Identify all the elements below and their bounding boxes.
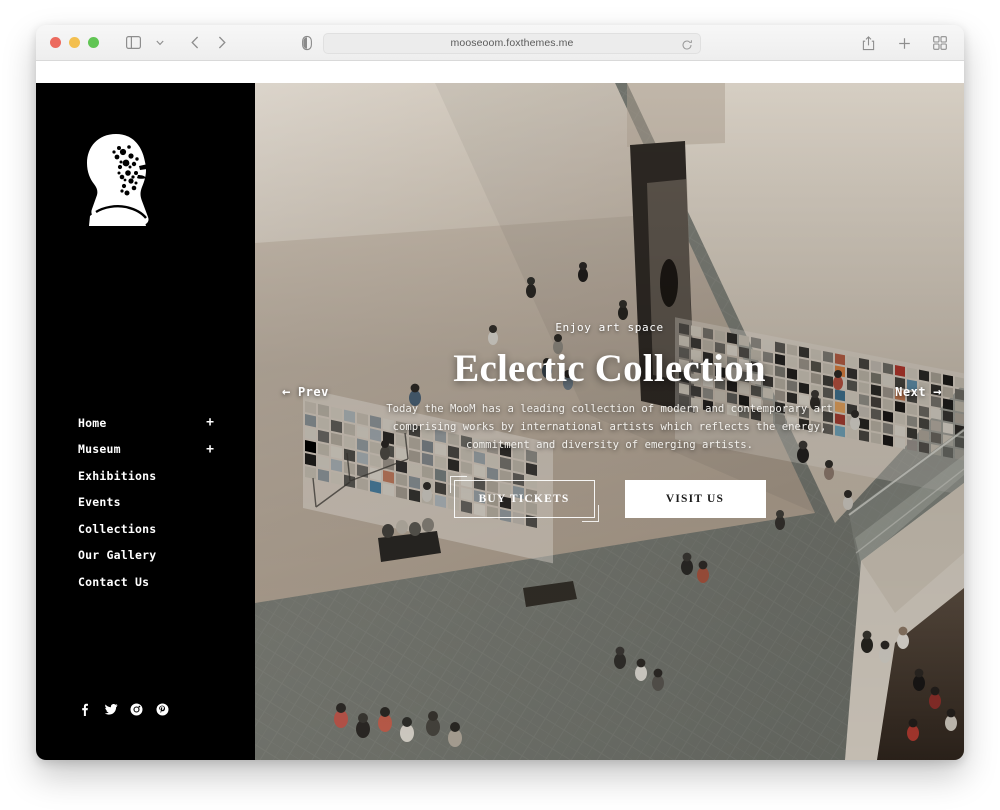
url-text: mooseoom.foxthemes.me bbox=[450, 37, 574, 49]
forward-button[interactable] bbox=[210, 32, 234, 54]
sidebar-item-events[interactable]: Events bbox=[78, 495, 214, 509]
close-window-button[interactable] bbox=[50, 37, 61, 48]
browser-toolbar: mooseoom.foxthemes.me bbox=[36, 25, 964, 61]
minimize-window-button[interactable] bbox=[69, 37, 80, 48]
sidebar-item-museum[interactable]: Museum + bbox=[78, 442, 214, 456]
nav-label: Exhibitions bbox=[78, 468, 157, 483]
hero-content: Enjoy art space Eclectic Collection Toda… bbox=[255, 321, 964, 523]
back-button[interactable] bbox=[183, 32, 207, 54]
sidebar-item-home[interactable]: Home + bbox=[78, 416, 214, 430]
buy-tickets-button[interactable]: BUY TICKETS bbox=[449, 476, 599, 523]
page-top-band bbox=[36, 61, 964, 83]
nav-label: Our Gallery bbox=[78, 548, 157, 562]
nav-label: Contact Us bbox=[78, 574, 150, 589]
social-links bbox=[36, 703, 255, 760]
sidebar-item-collections[interactable]: Collections bbox=[78, 522, 214, 536]
toolbar-left-controls bbox=[121, 32, 234, 54]
nav-label: Events bbox=[78, 495, 121, 509]
reload-icon[interactable] bbox=[681, 38, 693, 50]
sidebar-item-our-gallery[interactable]: Our Gallery bbox=[78, 548, 214, 562]
expand-icon[interactable]: + bbox=[206, 416, 214, 429]
hero-eyebrow: Enjoy art space bbox=[555, 321, 664, 334]
sidebar-item-exhibitions[interactable]: Exhibitions bbox=[78, 469, 214, 483]
shield-icon[interactable] bbox=[299, 35, 315, 51]
zoom-window-button[interactable] bbox=[88, 37, 99, 48]
page-viewport: Home + Museum + Exhibitions Events Colle… bbox=[36, 61, 964, 760]
visit-us-button[interactable]: VISIT US bbox=[624, 480, 766, 519]
nav-label: Collections bbox=[78, 521, 157, 536]
chevron-down-icon[interactable] bbox=[148, 32, 172, 54]
window-controls bbox=[36, 37, 99, 48]
share-icon[interactable] bbox=[856, 32, 880, 54]
sidebar-item-contact-us[interactable]: Contact Us bbox=[78, 575, 214, 589]
expand-icon[interactable]: + bbox=[206, 443, 214, 456]
facebook-icon[interactable] bbox=[78, 703, 91, 716]
tab-overview-icon[interactable] bbox=[928, 32, 952, 54]
url-bar[interactable]: mooseoom.foxthemes.me bbox=[323, 32, 701, 54]
hero-section: ← Prev Next → Enjoy art space Eclectic C… bbox=[255, 83, 964, 760]
twitter-icon[interactable] bbox=[104, 703, 118, 716]
site-sidebar: Home + Museum + Exhibitions Events Colle… bbox=[36, 83, 255, 760]
site-logo[interactable] bbox=[36, 83, 255, 230]
nav-label: Home bbox=[78, 415, 107, 430]
hero-title: Eclectic Collection bbox=[453, 347, 766, 390]
sidebar-navigation: Home + Museum + Exhibitions Events Colle… bbox=[36, 416, 255, 602]
screenshot-stage: mooseoom.foxthemes.me Home + Museum + Ex… bbox=[0, 0, 1000, 810]
toolbar-right-controls bbox=[856, 25, 952, 61]
hero-description: Today the MooM has a leading collection … bbox=[386, 403, 833, 451]
nav-label: Museum bbox=[78, 442, 121, 456]
pinterest-icon[interactable] bbox=[156, 703, 169, 716]
new-tab-icon[interactable] bbox=[892, 32, 916, 54]
hero-actions: BUY TICKETS VISIT US bbox=[449, 476, 766, 523]
sidebar-toggle-icon[interactable] bbox=[121, 32, 145, 54]
instagram-icon[interactable] bbox=[130, 703, 143, 716]
site-layout: Home + Museum + Exhibitions Events Colle… bbox=[36, 83, 964, 760]
browser-window: mooseoom.foxthemes.me Home + Museum + Ex… bbox=[36, 25, 964, 760]
